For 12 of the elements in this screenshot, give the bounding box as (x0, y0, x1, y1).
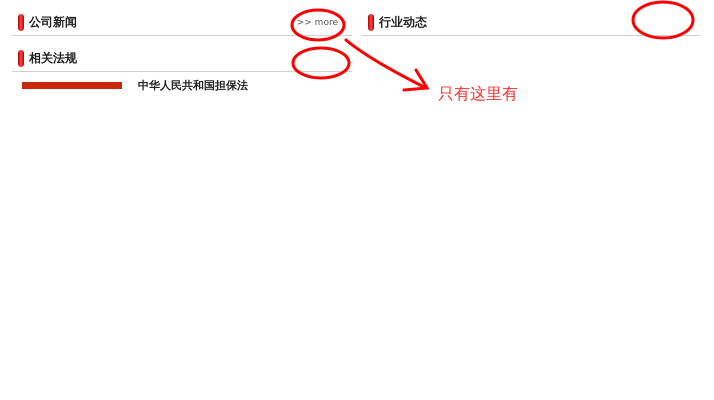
section-title: 相关法规 (29, 50, 77, 67)
section-title: 公司新闻 (29, 14, 77, 31)
bullet-icon (368, 14, 374, 31)
annotation-text: 只有这里有 (438, 84, 518, 104)
bullet-icon (18, 14, 24, 31)
annotation-circle (290, 8, 346, 42)
annotation-circle (632, 0, 694, 40)
bullet-icon (18, 50, 24, 67)
annotation-circle (292, 46, 350, 80)
more-link[interactable]: >> more (296, 16, 338, 31)
section-title: 行业动态 (379, 14, 427, 31)
article-link[interactable]: 中华人民共和国担保法 (138, 78, 248, 92)
